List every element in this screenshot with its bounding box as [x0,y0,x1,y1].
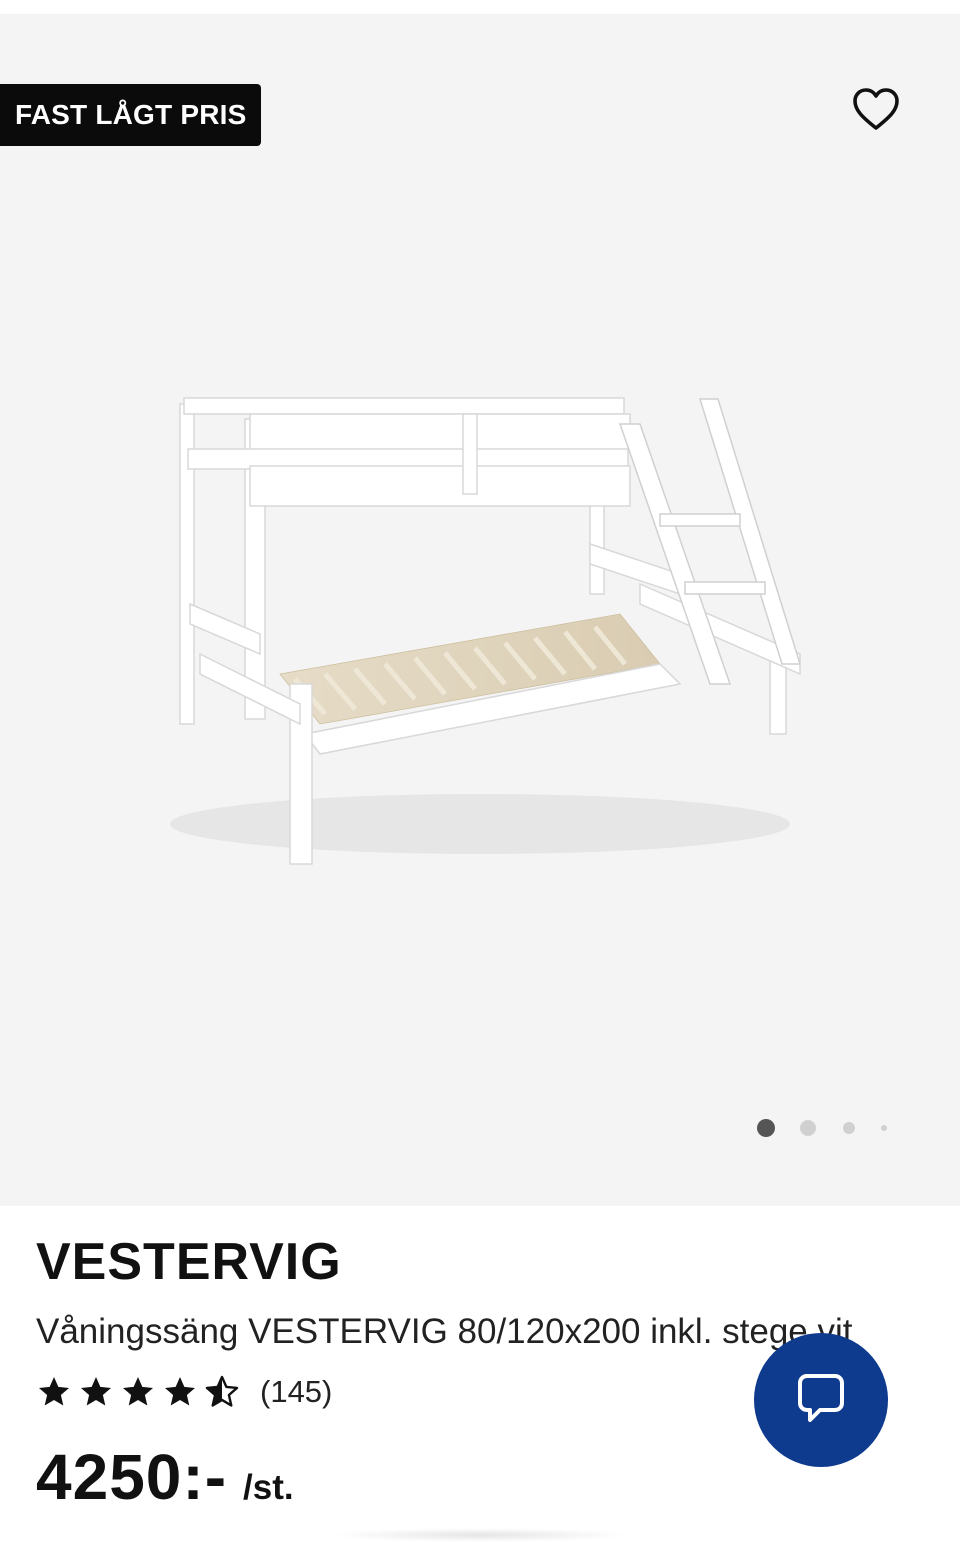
star-filled-icon [165,1377,195,1406]
gallery-dot-2[interactable] [800,1120,816,1136]
gallery-pagination[interactable] [750,1116,900,1140]
product-image-gallery[interactable]: FAST LÅGT PRIS [0,14,960,1206]
product-rating[interactable]: (145) [36,1372,332,1412]
bottom-sheet-shadow [330,1528,630,1542]
heart-outline-icon [853,88,899,130]
chat-bubble-icon [798,1374,844,1422]
star-half-icon [205,1375,239,1407]
price-value: 4250:- [36,1441,227,1513]
star-filled-icon [123,1377,153,1406]
gallery-dot-4[interactable] [881,1125,887,1131]
rating-stars [36,1374,246,1410]
gallery-dot-3[interactable] [843,1122,855,1134]
gallery-dot-1[interactable] [757,1119,775,1137]
product-brand: VESTERVIG [36,1233,342,1291]
star-filled-icon [39,1377,69,1406]
bunk-bed-image [170,397,802,865]
chat-button[interactable] [754,1333,888,1467]
product-description[interactable]: Våningssäng VESTERVIG 80/120x200 inkl. s… [36,1312,853,1352]
price-unit: /st. [243,1468,294,1507]
price-badge: FAST LÅGT PRIS [0,84,262,146]
star-filled-icon [81,1377,111,1406]
favorite-button[interactable] [850,86,902,132]
product-price: 4250:- /st. [36,1440,294,1514]
rating-count[interactable]: (145) [260,1374,332,1410]
